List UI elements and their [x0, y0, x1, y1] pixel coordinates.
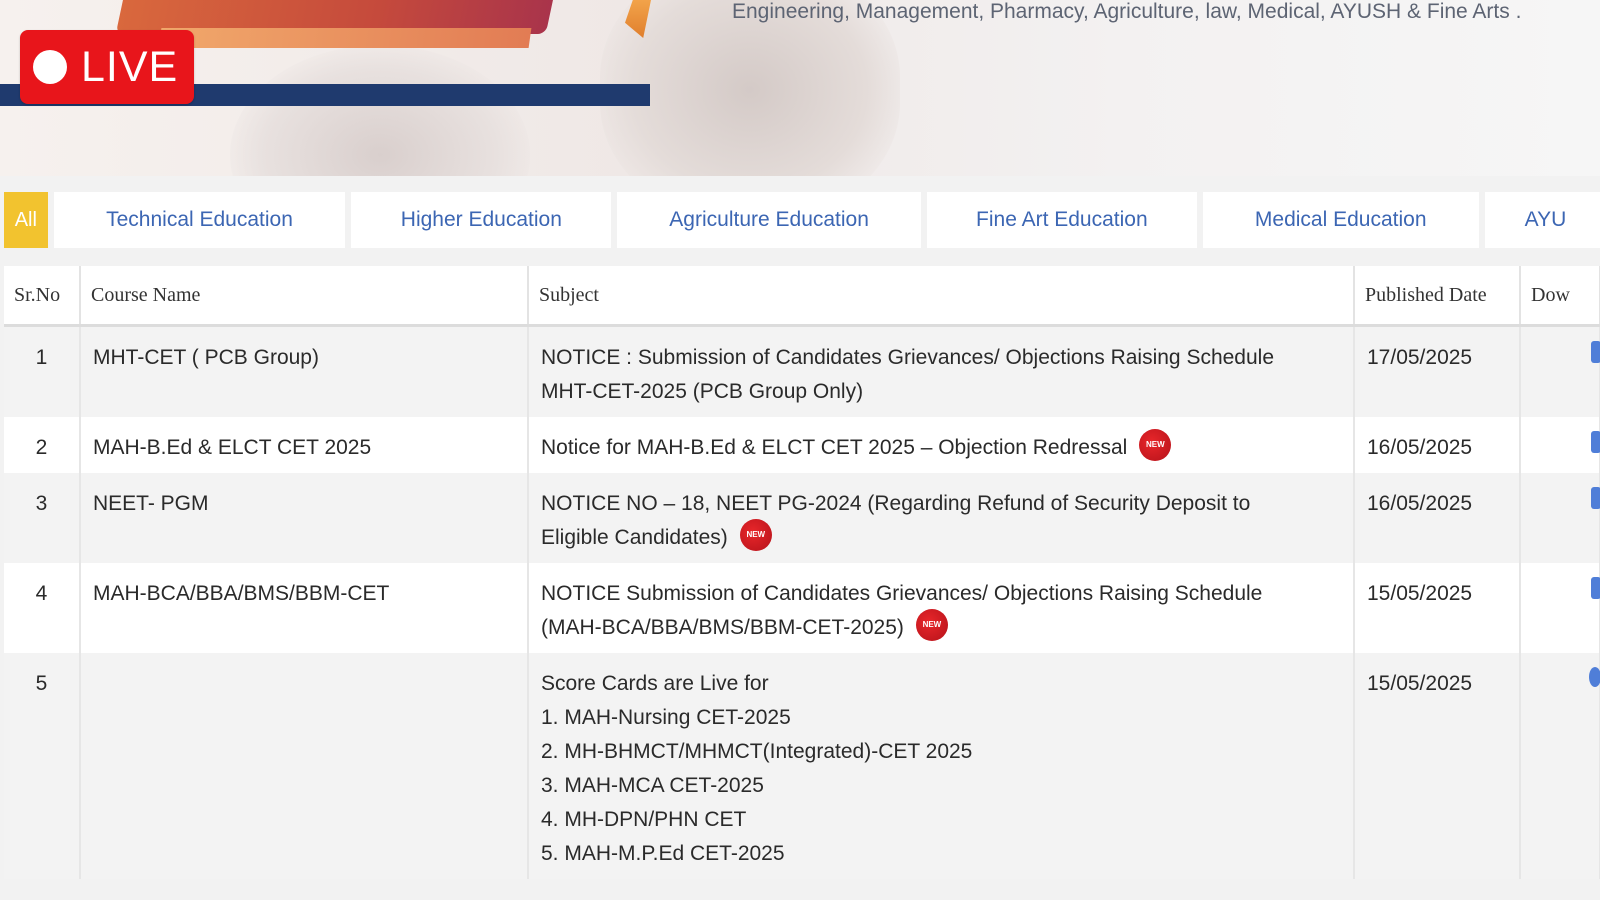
cell-course: MAH-BCA/BBA/BMS/BBM-CET — [80, 563, 529, 653]
cell-subject[interactable]: NOTICE NO – 18, NEET PG-2024 (Regarding … — [528, 473, 1355, 563]
subject-line[interactable]: NOTICE NO – 18, NEET PG-2024 (Regarding … — [541, 487, 1341, 521]
tab-ayush-education[interactable]: AYU — [1484, 192, 1600, 248]
tab-technical-education[interactable]: Technical Education — [53, 192, 346, 248]
cell-course: MHT-CET ( PCB Group) — [80, 325, 529, 417]
tab-fine-art-education[interactable]: Fine Art Education — [926, 192, 1197, 248]
cell-date: 15/05/2025 — [1354, 563, 1521, 653]
banner-tagline: Engineering, Management, Pharmacy, Agric… — [732, 0, 1522, 23]
notices-table: Sr.No Course Name Subject Published Date… — [4, 266, 1600, 879]
download-icon[interactable] — [1591, 577, 1600, 599]
cell-download — [1520, 563, 1600, 653]
subject-line[interactable]: (MAH-BCA/BBA/BMS/BBM-CET-2025) — [541, 616, 904, 639]
header-published-date: Published Date — [1354, 266, 1521, 327]
table-row: 4 MAH-BCA/BBA/BMS/BBM-CET NOTICE Submiss… — [4, 563, 1600, 653]
subject-line[interactable]: NOTICE : Submission of Candidates Grieva… — [541, 341, 1341, 375]
cell-sr: 1 — [4, 325, 81, 417]
cell-sr: 2 — [4, 417, 81, 473]
cell-course — [80, 653, 529, 879]
table-header-row: Sr.No Course Name Subject Published Date… — [4, 266, 1600, 327]
cell-subject[interactable]: Score Cards are Live for 1. MAH-Nursing … — [528, 653, 1355, 879]
new-badge-icon: NEW — [739, 519, 772, 552]
banner-book-page-graphic — [158, 28, 532, 48]
tab-medical-education[interactable]: Medical Education — [1202, 192, 1479, 248]
cell-sr: 4 — [4, 563, 81, 653]
subject-line[interactable]: MHT-CET-2025 (PCB Group Only) — [541, 375, 1341, 409]
subject-line[interactable]: Score Cards are Live for — [541, 667, 1341, 701]
cell-subject[interactable]: NOTICE Submission of Candidates Grievanc… — [528, 563, 1355, 653]
table-row: 1 MHT-CET ( PCB Group) NOTICE : Submissi… — [4, 325, 1600, 417]
cell-date: 16/05/2025 — [1354, 473, 1521, 563]
cell-sr: 5 — [4, 653, 81, 879]
header-sr-no: Sr.No — [4, 266, 81, 327]
table-row: 2 MAH-B.Ed & ELCT CET 2025 Notice for MA… — [4, 417, 1600, 473]
cell-download — [1520, 473, 1600, 563]
live-dot-icon — [33, 50, 67, 84]
cell-course: NEET- PGM — [80, 473, 529, 563]
cell-sr: 3 — [4, 473, 81, 563]
tab-agriculture-education[interactable]: Agriculture Education — [617, 192, 921, 248]
cell-download — [1520, 653, 1600, 879]
subject-line[interactable]: Notice for MAH-B.Ed & ELCT CET 2025 – Ob… — [541, 436, 1127, 459]
subject-line[interactable]: NOTICE Submission of Candidates Grievanc… — [541, 577, 1341, 611]
cell-download — [1520, 417, 1600, 473]
tab-all[interactable]: All — [4, 192, 48, 248]
cell-subject[interactable]: Notice for MAH-B.Ed & ELCT CET 2025 – Ob… — [528, 417, 1355, 473]
cell-date: 17/05/2025 — [1354, 325, 1521, 417]
download-icon[interactable] — [1589, 667, 1600, 687]
header-download: Dow — [1520, 266, 1600, 327]
subject-line[interactable]: Eligible Candidates) — [541, 526, 728, 549]
cell-course: MAH-B.Ed & ELCT CET 2025 — [80, 417, 529, 473]
subject-line[interactable]: 4. MH-DPN/PHN CET — [541, 803, 1341, 837]
cell-date: 15/05/2025 — [1354, 653, 1521, 879]
live-badge: LIVE — [20, 30, 194, 104]
subject-line[interactable]: 3. MAH-MCA CET-2025 — [541, 769, 1341, 803]
cell-date: 16/05/2025 — [1354, 417, 1521, 473]
subject-line[interactable]: 5. MAH-M.P.Ed CET-2025 — [541, 837, 1341, 871]
banner-student-silhouette — [230, 45, 530, 176]
category-tabs: All Technical Education Higher Education… — [0, 192, 1600, 248]
header-banner: Engineering, Management, Pharmacy, Agric… — [0, 0, 1600, 176]
table-row: 3 NEET- PGM NOTICE NO – 18, NEET PG-2024… — [4, 473, 1600, 563]
header-course-name: Course Name — [80, 266, 529, 327]
subject-line[interactable]: 1. MAH-Nursing CET-2025 — [541, 701, 1341, 735]
subject-line[interactable]: 2. MH-BHMCT/MHMCT(Integrated)-CET 2025 — [541, 735, 1341, 769]
tab-higher-education[interactable]: Higher Education — [351, 192, 612, 248]
new-badge-icon: NEW — [1139, 429, 1172, 462]
download-icon[interactable] — [1591, 431, 1600, 453]
download-icon[interactable] — [1591, 487, 1600, 509]
download-icon[interactable] — [1591, 341, 1600, 363]
live-label: LIVE — [81, 42, 179, 91]
cell-subject[interactable]: NOTICE : Submission of Candidates Grieva… — [528, 325, 1355, 417]
new-badge-icon: NEW — [915, 609, 948, 642]
header-subject: Subject — [528, 266, 1355, 327]
cell-download — [1520, 325, 1600, 417]
table-row: 5 Score Cards are Live for 1. MAH-Nursin… — [4, 653, 1600, 879]
